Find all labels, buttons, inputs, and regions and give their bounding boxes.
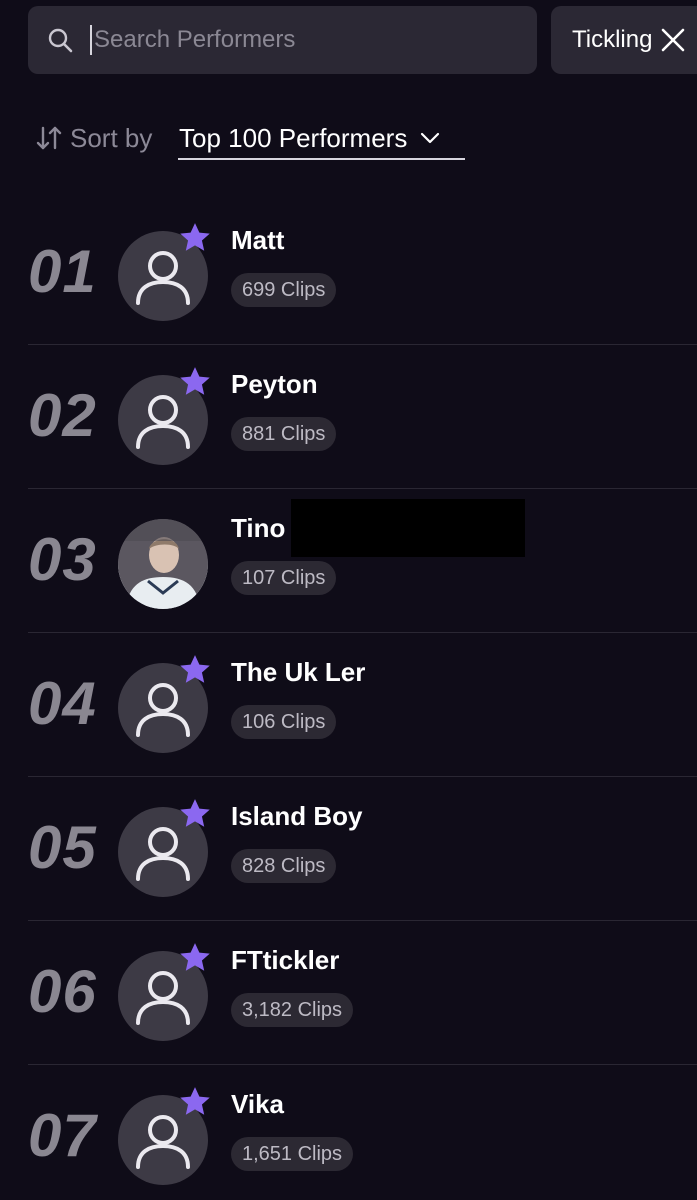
close-icon[interactable] (660, 27, 686, 53)
sort-label: Sort by (70, 122, 153, 153)
performer-name: Vika (231, 1089, 285, 1119)
search-icon (46, 26, 74, 54)
clips-count-badge: 699 Clips (231, 273, 337, 307)
performer-name: Tino (231, 513, 286, 543)
performer-row[interactable]: 02 Peyton 881 Clips (28, 345, 697, 489)
performer-name: Matt (231, 225, 285, 255)
performer-name: Island Boy (231, 801, 363, 831)
clips-count-badge: 881 Clips (231, 417, 337, 451)
performer-row[interactable]: 04 The Uk Ler 106 Clips (28, 633, 697, 777)
performer-row[interactable]: 03 Tino 107 Clips (28, 489, 697, 633)
rank-number: 03 (28, 526, 97, 593)
performer-name: The Uk Ler (231, 657, 366, 687)
rank-number: 02 (28, 382, 97, 449)
performer-name: FTtickler (231, 945, 340, 975)
star-icon (180, 655, 210, 683)
performer-row[interactable]: 01 Matt 699 Clips (28, 201, 697, 345)
tickling-filter-chip[interactable]: Tickling (551, 6, 697, 74)
sort-dropdown[interactable]: Top 100 Performers (178, 118, 465, 160)
search-bar[interactable] (28, 6, 537, 74)
star-icon (180, 943, 210, 971)
performer-row[interactable]: 05 Island Boy 828 Clips (28, 777, 697, 921)
filter-chip-label: Tickling (572, 26, 653, 53)
sort-arrows-icon (34, 123, 64, 153)
star-icon (180, 799, 210, 827)
redaction-block (291, 499, 525, 557)
avatar-photo (118, 519, 208, 609)
clips-count-badge: 3,182 Clips (231, 993, 354, 1027)
search-input[interactable] (92, 6, 537, 74)
profile-photo (118, 519, 208, 609)
rank-number: 04 (28, 670, 97, 737)
star-icon (180, 223, 210, 251)
sort-dropdown-value: Top 100 Performers (179, 122, 408, 153)
rank-number: 07 (28, 1102, 97, 1169)
rank-number: 05 (28, 814, 97, 881)
rank-number: 06 (28, 958, 97, 1025)
sort-row: Sort by (34, 116, 152, 160)
performer-row[interactable]: 06 FTtickler 3,182 Clips (28, 921, 697, 1065)
clips-count-badge: 1,651 Clips (231, 1137, 354, 1171)
performer-row[interactable]: 07 Vika 1,651 Clips (28, 1065, 697, 1200)
chevron-down-icon (419, 127, 441, 149)
performer-name: Peyton (231, 369, 318, 399)
star-icon (180, 367, 210, 395)
clips-count-badge: 828 Clips (231, 849, 337, 883)
clips-count-badge: 107 Clips (231, 561, 337, 595)
performers-page: Tickling Sort by Top 100 Performers (0, 0, 697, 1200)
rank-number: 01 (28, 238, 97, 305)
clips-count-badge: 106 Clips (231, 705, 337, 739)
star-icon (180, 1087, 210, 1115)
